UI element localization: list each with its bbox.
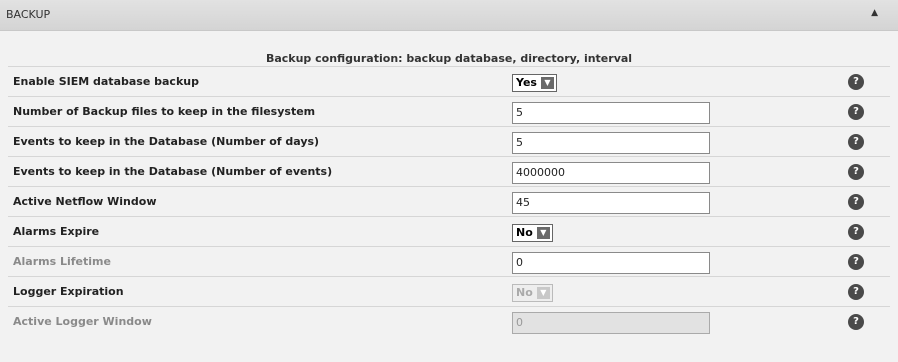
setting-label: Logger Expiration: [13, 285, 124, 298]
number-of-backup-files-to-keep-in-the-filesystem-input[interactable]: [512, 101, 710, 124]
select-value: Yes: [516, 76, 537, 89]
collapse-arrow-icon[interactable]: ▲: [871, 8, 878, 18]
active-netflow-window-input[interactable]: [512, 191, 710, 214]
panel-header[interactable]: BACKUP ▲: [0, 0, 898, 31]
setting-label: Alarms Expire: [13, 225, 100, 238]
settings-table: Enable SIEM database backup Yes ▼? Number o…: [8, 66, 890, 336]
setting-row-active-logger-window: Active Logger Window?: [8, 306, 890, 336]
setting-label: Number of Backup files to keep in the fi…: [13, 105, 316, 118]
setting-label: Active Netflow Window: [13, 195, 157, 208]
help-icon[interactable]: ?: [848, 104, 864, 120]
chevron-down-icon: ▼: [536, 286, 550, 299]
setting-row-events-to-keep-in-the-database-number-of-days: Events to keep in the Database (Number o…: [8, 126, 890, 156]
enable-siem-database-backup-select[interactable]: Yes ▼: [512, 73, 557, 92]
chevron-down-icon[interactable]: ▼: [540, 76, 554, 89]
chevron-down-icon[interactable]: ▼: [536, 226, 550, 239]
select-value: No: [516, 226, 533, 239]
setting-row-enable-siem-database-backup: Enable SIEM database backup Yes ▼?: [8, 66, 890, 96]
select-value: No: [516, 286, 533, 299]
setting-label: Enable SIEM database backup: [13, 75, 199, 88]
setting-label: Events to keep in the Database (Number o…: [13, 165, 333, 178]
help-icon[interactable]: ?: [848, 224, 864, 240]
logger-expiration-select: No ▼: [512, 283, 553, 302]
setting-row-number-of-backup-files-to-keep-in-the-filesystem: Number of Backup files to keep in the fi…: [8, 96, 890, 126]
help-icon[interactable]: ?: [848, 74, 864, 90]
help-icon[interactable]: ?: [848, 314, 864, 330]
setting-row-events-to-keep-in-the-database-number-of-events: Events to keep in the Database (Number o…: [8, 156, 890, 186]
setting-row-alarms-expire: Alarms Expire No ▼?: [8, 216, 890, 246]
events-to-keep-in-the-database-number-of-days-input[interactable]: [512, 131, 710, 154]
setting-label: Events to keep in the Database (Number o…: [13, 135, 320, 148]
setting-row-logger-expiration: Logger Expiration No ▼?: [8, 276, 890, 306]
alarms-lifetime-input[interactable]: [512, 251, 710, 274]
setting-label: Alarms Lifetime: [13, 255, 111, 268]
help-icon[interactable]: ?: [848, 254, 864, 270]
panel-title: BACKUP: [6, 8, 51, 21]
events-to-keep-in-the-database-number-of-events-input[interactable]: [512, 161, 710, 184]
section-subtitle: Backup configuration: backup database, d…: [265, 52, 633, 65]
alarms-expire-select[interactable]: No ▼: [512, 223, 553, 242]
active-logger-window-input: [512, 311, 710, 334]
help-icon[interactable]: ?: [848, 284, 864, 300]
help-icon[interactable]: ?: [848, 194, 864, 210]
help-icon[interactable]: ?: [848, 134, 864, 150]
help-icon[interactable]: ?: [848, 164, 864, 180]
setting-row-alarms-lifetime: Alarms Lifetime?: [8, 246, 890, 276]
setting-label: Active Logger Window: [13, 315, 152, 328]
setting-row-active-netflow-window: Active Netflow Window?: [8, 186, 890, 216]
